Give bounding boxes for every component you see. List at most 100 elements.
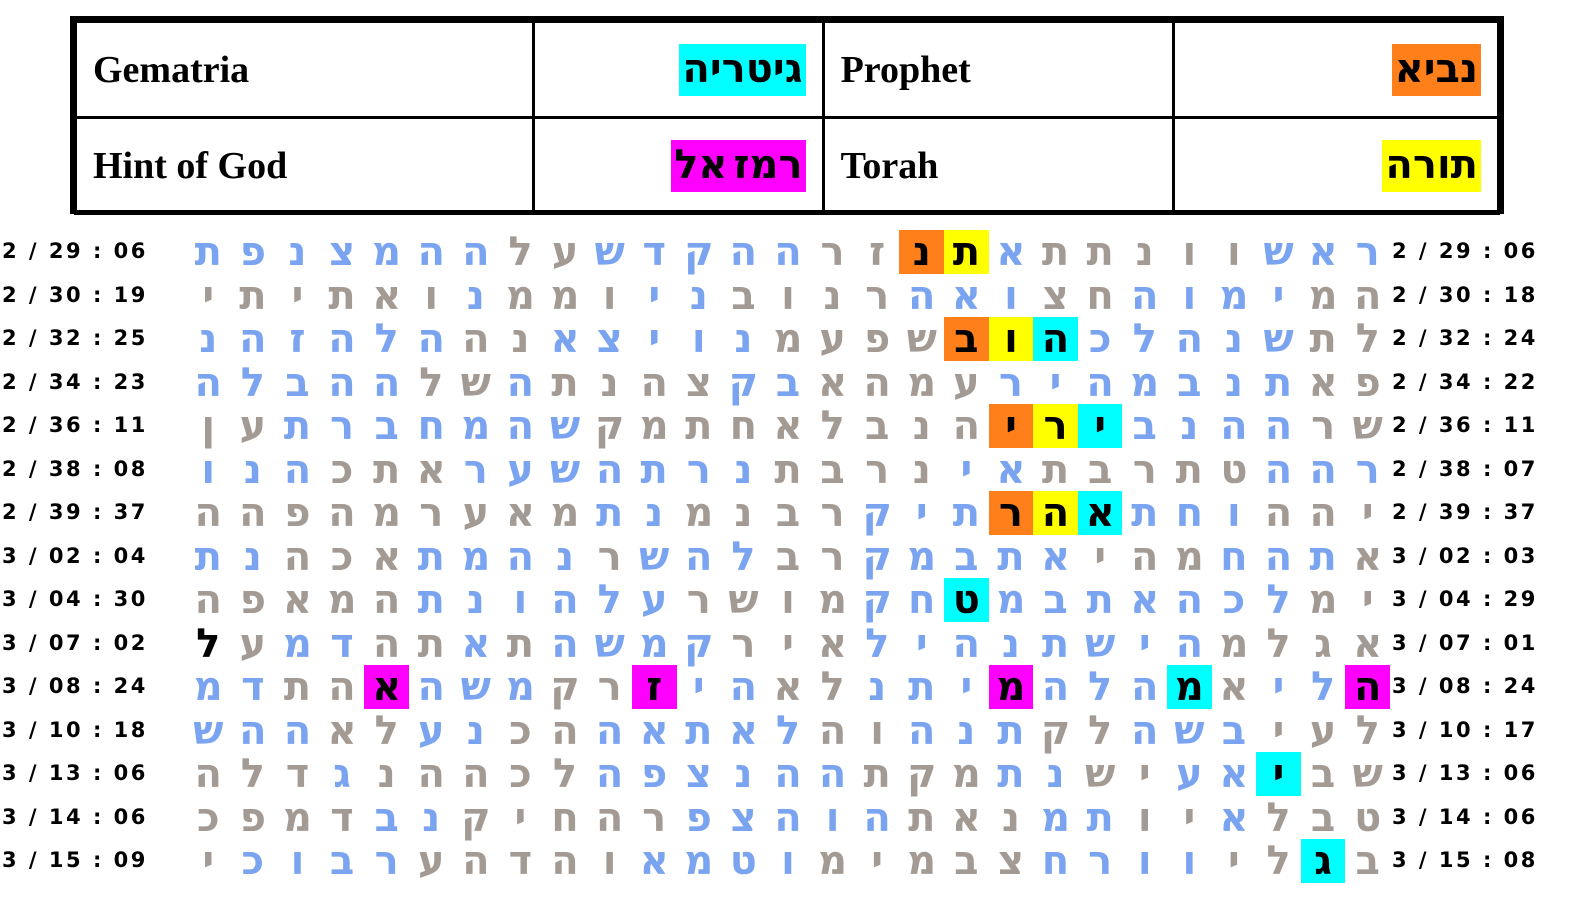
letter-cell: נ [466,272,485,319]
letter-cell: א [1219,751,1249,797]
letter-cell: כ [330,446,354,493]
letter-cell-highlighted: י [1256,752,1301,796]
letter-grid-row: שביאעישנתמקתההנצפהלכההנגדלה [178,752,1390,796]
letter-cell: ו [691,316,706,362]
letter-cell: ע [462,490,490,536]
letter-grid-row: ימלכהאתבמטחקמושרעלהונתהמאפה [178,578,1390,622]
letter-cell: ה [1353,272,1382,319]
letter-cell: ל [820,403,845,449]
letter-cell: ש [1352,403,1383,449]
letter-cell-highlighted: מ [988,665,1034,709]
letter-cell: נ [199,316,218,362]
letter-cell: פ [239,577,267,623]
letter-cell: ע [953,359,980,406]
letter-cell: ש [594,229,625,275]
letter-cell: י [1183,794,1196,841]
letter-cell: ל [552,751,578,797]
letter-cell: ה [908,707,936,754]
letter-cell: מ [907,838,937,884]
letter-cell: ק [1040,707,1071,754]
letter-cell: ח [551,794,579,841]
letter-cell: צ [685,751,712,797]
letter-cell: נ [511,316,530,362]
letter-cell-highlighted: נ [899,230,945,274]
letter-cell: ב [820,446,845,493]
letter-cell: ג [333,751,351,797]
letter-cell: ה [194,359,222,406]
letter-cell-highlighted: ה [1033,491,1078,535]
letter-cell: י [1049,359,1062,406]
letter-cell: נ [1046,751,1065,797]
letter-cell: נ [734,316,753,362]
letter-cell: ל [775,707,801,754]
letter-cell: ע [640,577,668,623]
letter-cell: נ [1001,794,1021,841]
verse-reference-right: 3 / 04 : 29 [1392,587,1538,611]
letter-cell: ב [374,403,399,449]
letter-cell-highlighted: ת [944,230,989,274]
letter-cell: מ [1219,272,1249,319]
letter-cell: ע [417,707,445,754]
letter-grid-row: שרההנביריהנבלאחתמקשהמחברתען [178,404,1390,448]
letter-grid-row: ראשוונתתאתנזרההקדשעלההמצנפת [178,230,1390,274]
letter-cell: מ [282,794,312,841]
letter-cell: ה [462,751,490,797]
letter-cell: ה [1130,664,1159,710]
letter-cell: ד [642,229,666,275]
letter-cell: מ [907,533,937,580]
verse-reference-right: 3 / 07 : 01 [1392,630,1538,655]
letter-cell: ת [283,403,312,449]
letter-cell: ו [513,577,528,623]
letter-cell: מ [1308,272,1338,319]
letter-cell: מ [505,664,535,710]
letter-cell: ש [594,620,625,667]
verse-reference-left: 3 / 08 : 24 [2,674,148,698]
letter-grid-row: לעיבשהלקתנהוהלאתאההכנעלאההש [178,707,1390,754]
letter-cell: ר [731,620,756,667]
letter-cell: כ [1222,577,1246,623]
verse-reference-left: 2 / 29 : 06 [2,239,148,263]
letter-cell: צ [1042,272,1069,319]
letter-cell: ו [1004,272,1018,319]
letter-cell: ח [729,403,758,449]
letter-cell: ל [419,359,444,406]
letter-cell: ד [508,838,533,884]
letter-cell: ק [907,751,937,797]
letter-cell-highlighted: ו [988,317,1034,361]
letter-cell: ב [1043,577,1068,623]
letter-cell: י [514,794,527,841]
letter-cell: א [505,490,535,536]
verse-reference-left: 3 / 15 : 09 [2,848,148,872]
letter-cell: פ [284,490,311,536]
letter-cell: מ [951,751,981,797]
letter-cell: ת [194,229,222,275]
letter-cell: ה [729,229,758,275]
letter-cell: ש [460,359,491,406]
letter-cell: ת [1041,446,1070,493]
letter-cell: ה [194,577,222,623]
letter-cell: פ [864,316,891,362]
letter-cell-highlighted: ה [1345,665,1390,709]
letter-cell: נ [912,403,931,449]
letter-cell: נ [823,272,842,319]
letter-cell-highlighted: ט [944,578,989,622]
verse-reference-left: 2 / 34 : 23 [2,369,148,394]
letter-cell: ר [998,359,1023,406]
verse-reference-left: 2 / 39 : 37 [2,500,148,524]
letter-cell: ת [1086,577,1114,623]
letter-cell: צ [685,359,712,406]
letter-cell: א [461,620,491,667]
letter-cell: ע [819,316,846,362]
legend-hebrew-hint-of-god: רמזאל [532,116,825,215]
letter-cell: י [202,838,215,884]
letter-cell: ב [731,272,756,319]
letter-grid-row: אגלמהישתנהילאירקמשהתאתהדמעל [178,620,1390,667]
letter-cell: נ [243,446,262,493]
letter-cell: א [1308,229,1338,275]
letter-cell: ה [729,664,758,710]
letter-cell: נ [466,577,485,623]
letter-cell: ל [1266,577,1291,623]
letter-cell-highlighted: ר [988,491,1034,535]
letter-cell: ל [1132,316,1157,362]
letter-cell: ל [374,316,399,362]
